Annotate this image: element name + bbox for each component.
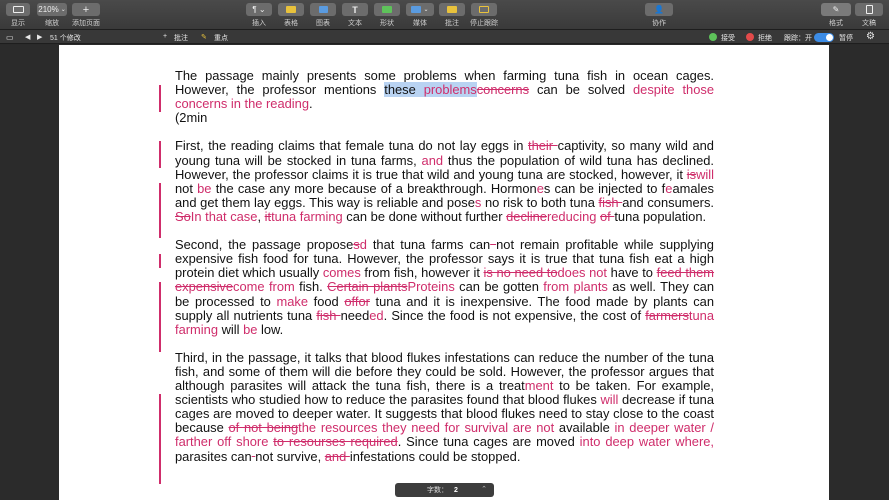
document-canvas: The passage mainly presents some problem… bbox=[0, 45, 889, 500]
shape-label: 形状 bbox=[380, 20, 394, 27]
tracking-toggle[interactable] bbox=[814, 32, 834, 42]
add-comment-icon[interactable]: + bbox=[163, 33, 167, 40]
accept-label[interactable]: 接受 bbox=[721, 33, 735, 43]
word-count-indicator[interactable]: 字数： 2 ⌃ bbox=[395, 483, 494, 497]
document-icon bbox=[855, 3, 883, 16]
accept-icon[interactable] bbox=[709, 33, 717, 41]
collaborate-label: 协作 bbox=[652, 20, 666, 27]
paragraph: First, the reading claims that female tu… bbox=[175, 138, 714, 224]
insert-button[interactable]: ¶ ⌄ 插入 bbox=[246, 3, 272, 28]
gear-icon[interactable]: ⚙ bbox=[866, 31, 875, 42]
media-button[interactable]: ⌄ 媒体 bbox=[406, 3, 434, 28]
change-bar bbox=[159, 141, 161, 168]
view-label: 显示 bbox=[11, 20, 25, 27]
text-icon: T bbox=[342, 3, 368, 16]
change-bar bbox=[159, 254, 161, 268]
highlight-label[interactable]: 重点 bbox=[214, 33, 228, 43]
tracking-label: 跟踪：开 bbox=[784, 35, 812, 42]
document-page[interactable]: The passage mainly presents some problem… bbox=[59, 45, 829, 500]
insert-label: 插入 bbox=[252, 20, 266, 27]
chevron-down-icon: ⌄ bbox=[60, 7, 66, 13]
stop-tracking-label: 停止跟踪 bbox=[470, 20, 498, 27]
reject-icon[interactable] bbox=[746, 33, 754, 41]
highlight-icon[interactable]: ✎ bbox=[201, 33, 207, 41]
paragraph-icon: ¶ ⌄ bbox=[246, 3, 272, 16]
stop-tracking-button[interactable]: 停止跟踪 bbox=[470, 3, 498, 28]
collaborate-icon: 👤 bbox=[645, 3, 673, 16]
paragraph: The passage mainly presents some problem… bbox=[175, 68, 714, 126]
chart-label: 图表 bbox=[316, 20, 330, 27]
view-button[interactable]: 显示 bbox=[6, 3, 30, 28]
paragraph: Third, in the passage, it talks that blo… bbox=[175, 349, 715, 464]
table-button[interactable]: 表格 bbox=[278, 3, 304, 28]
stepper-icon: ⌃ bbox=[481, 486, 487, 493]
zoom-select[interactable]: 210% ⌄ 缩放 bbox=[37, 3, 67, 28]
main-toolbar: 显示 210% ⌄ 缩放 + 添加页面 ¶ ⌄ 插入 表格 图表 T 文本 形状 … bbox=[0, 0, 889, 30]
word-count-value: 2 bbox=[454, 486, 458, 494]
media-label: 媒体 bbox=[413, 20, 427, 27]
changes-count: 51 个修改 bbox=[50, 35, 81, 42]
next-change-icon[interactable]: ▶ bbox=[37, 33, 42, 41]
document-label: 文稿 bbox=[862, 20, 876, 27]
change-bar bbox=[159, 85, 161, 112]
add-page-label: 添加页面 bbox=[72, 20, 100, 27]
format-label: 格式 bbox=[829, 20, 843, 27]
zoom-value: 210% ⌄ bbox=[37, 3, 67, 16]
chart-button[interactable]: 图表 bbox=[310, 3, 336, 28]
comment-button[interactable]: 批注 bbox=[439, 3, 465, 28]
pause-label[interactable]: 暂停 bbox=[839, 33, 853, 43]
reject-label[interactable]: 拒绝 bbox=[758, 33, 772, 43]
paintbrush-icon: ✎ bbox=[821, 3, 851, 16]
comment-label: 批注 bbox=[445, 20, 459, 27]
change-bar bbox=[159, 183, 161, 238]
add-page-button[interactable]: + 添加页面 bbox=[72, 3, 100, 28]
shape-icon bbox=[374, 3, 400, 16]
shape-button[interactable]: 形状 bbox=[374, 3, 400, 28]
plus-icon: + bbox=[72, 3, 100, 16]
collaborate-button[interactable]: 👤 协作 bbox=[645, 3, 673, 28]
paragraph: Second, the passage proposesd that tuna … bbox=[175, 237, 715, 337]
word-count-label: 字数： bbox=[427, 487, 448, 494]
document-button[interactable]: 文稿 bbox=[855, 3, 883, 28]
zoom-label: 缩放 bbox=[45, 20, 59, 27]
sidebar-toggle-icon[interactable]: ▭ bbox=[6, 33, 14, 42]
comment-icon bbox=[439, 3, 465, 16]
change-bar bbox=[159, 394, 161, 484]
text-button[interactable]: T 文本 bbox=[342, 3, 368, 28]
previous-change-icon[interactable]: ◀ bbox=[25, 33, 30, 41]
document-body[interactable]: The passage mainly presents some problem… bbox=[175, 68, 715, 478]
text-label: 文本 bbox=[348, 20, 362, 27]
table-label: 表格 bbox=[284, 20, 298, 27]
media-icon: ⌄ bbox=[406, 3, 434, 16]
change-bar bbox=[159, 282, 161, 352]
table-icon bbox=[278, 3, 304, 16]
track-changes-bar: ▭ ◀ ▶ 51 个修改 + 批注 ✎ 重点 接受 拒绝 跟踪：开 暂停 ⚙ bbox=[0, 30, 889, 44]
track-changes-icon bbox=[471, 3, 497, 16]
add-comment-label[interactable]: 批注 bbox=[174, 33, 188, 43]
format-button[interactable]: ✎ 格式 bbox=[821, 3, 851, 28]
chart-icon bbox=[310, 3, 336, 16]
sidebar-icon bbox=[6, 3, 30, 16]
